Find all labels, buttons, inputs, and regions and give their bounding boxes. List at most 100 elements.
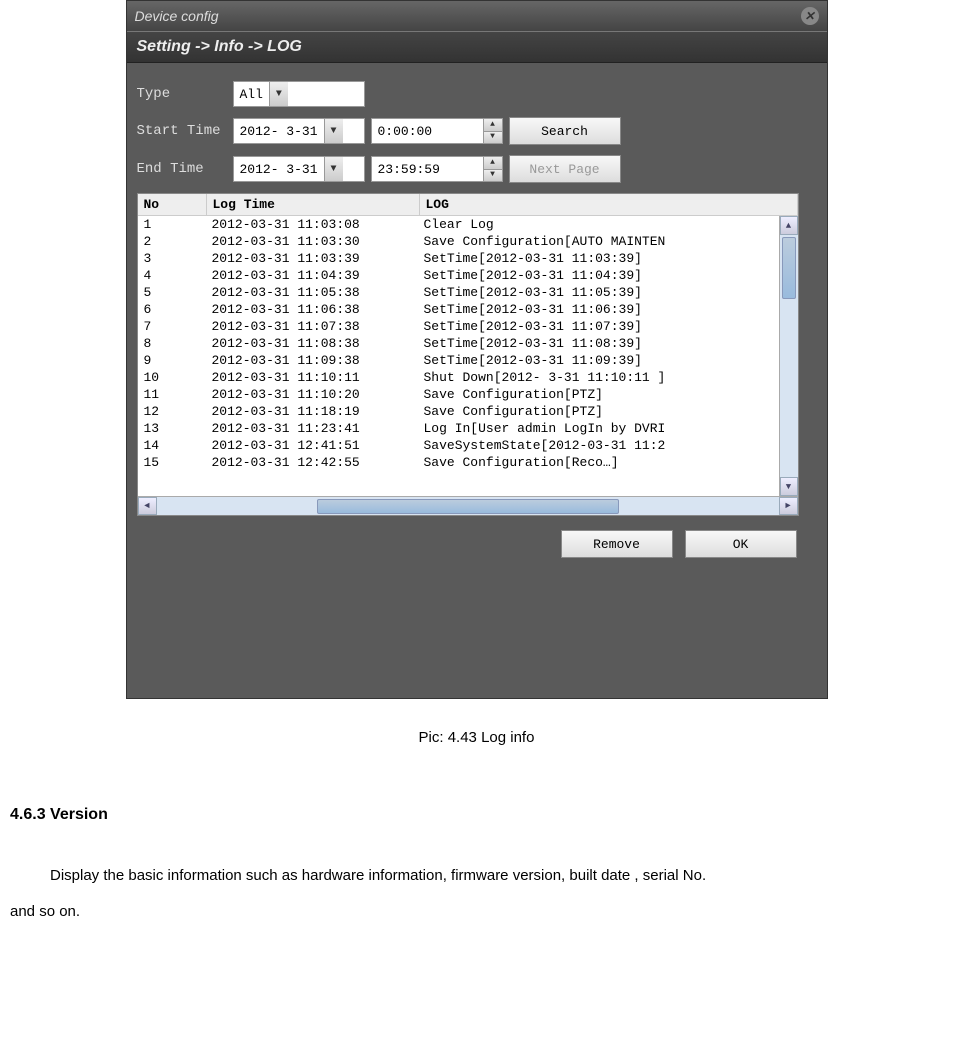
spin-up-icon[interactable]: ▲ [484, 119, 502, 132]
end-date-value: 2012- 3-31 [234, 162, 324, 177]
time-spinner[interactable]: ▲▼ [483, 157, 502, 181]
end-time-input[interactable]: 23:59:59 ▲▼ [371, 156, 503, 182]
col-log-header[interactable]: LOG [420, 194, 798, 215]
type-value: All [234, 87, 269, 102]
chevron-down-icon[interactable]: ▼ [324, 157, 343, 181]
cell-log: Save Configuration[PTZ] [418, 403, 779, 420]
cell-log: Save Configuration[PTZ] [418, 386, 779, 403]
cell-log: Log In[User admin LogIn by DVRI [418, 420, 779, 437]
cell-time: 2012-03-31 11:18:19 [206, 403, 418, 420]
start-time-label: Start Time [137, 123, 227, 139]
cell-log: Shut Down[2012- 3-31 11:10:11 ] [418, 369, 779, 386]
start-date-value: 2012- 3-31 [234, 124, 324, 139]
type-label: Type [137, 86, 227, 102]
scroll-track[interactable] [157, 497, 779, 515]
section-text: Display the basic information such as ha… [10, 858, 943, 894]
spin-up-icon[interactable]: ▲ [484, 157, 502, 170]
cell-no: 7 [138, 318, 206, 335]
cell-no: 9 [138, 352, 206, 369]
cell-log: SetTime[2012-03-31 11:05:39] [418, 284, 779, 301]
ok-button[interactable]: OK [685, 530, 797, 558]
scroll-left-icon[interactable]: ◄ [138, 497, 157, 515]
cell-no: 8 [138, 335, 206, 352]
cell-no: 11 [138, 386, 206, 403]
cell-log: SetTime[2012-03-31 11:09:39] [418, 352, 779, 369]
cell-time: 2012-03-31 11:23:41 [206, 420, 418, 437]
log-table: No Log Time LOG 12012-03-31 11:03:08Clea… [137, 193, 799, 516]
table-row[interactable]: 32012-03-31 11:03:39SetTime[2012-03-31 1… [138, 250, 779, 267]
cell-no: 13 [138, 420, 206, 437]
chevron-down-icon[interactable]: ▼ [324, 119, 343, 143]
scroll-thumb[interactable] [782, 237, 796, 299]
table-row[interactable]: 12012-03-31 11:03:08Clear Log [138, 216, 779, 233]
chevron-down-icon[interactable]: ▼ [269, 82, 288, 106]
table-body: 12012-03-31 11:03:08Clear Log22012-03-31… [138, 216, 779, 496]
cell-time: 2012-03-31 11:03:08 [206, 216, 418, 233]
cell-no: 5 [138, 284, 206, 301]
table-row[interactable]: 112012-03-31 11:10:20Save Configuration[… [138, 386, 779, 403]
scroll-down-icon[interactable]: ▼ [780, 477, 798, 496]
cell-log: SetTime[2012-03-31 11:06:39] [418, 301, 779, 318]
cell-no: 10 [138, 369, 206, 386]
next-page-button[interactable]: Next Page [509, 155, 621, 183]
section-body: Display the basic information such as ha… [10, 858, 943, 930]
cell-log: SetTime[2012-03-31 11:03:39] [418, 250, 779, 267]
remove-button[interactable]: Remove [561, 530, 673, 558]
table-row[interactable]: 82012-03-31 11:08:38SetTime[2012-03-31 1… [138, 335, 779, 352]
table-row[interactable]: 62012-03-31 11:06:38SetTime[2012-03-31 1… [138, 301, 779, 318]
dialog-footer: Remove OK [137, 516, 817, 558]
cell-time: 2012-03-31 11:07:38 [206, 318, 418, 335]
cell-no: 6 [138, 301, 206, 318]
cell-no: 3 [138, 250, 206, 267]
spin-down-icon[interactable]: ▼ [484, 170, 502, 182]
type-select[interactable]: All ▼ [233, 81, 365, 107]
col-no-header[interactable]: No [138, 194, 207, 215]
cell-log: Clear Log [418, 216, 779, 233]
cell-no: 4 [138, 267, 206, 284]
figure-caption: Pic: 4.43 Log info [0, 729, 953, 746]
start-date-select[interactable]: 2012- 3-31 ▼ [233, 118, 365, 144]
cell-time: 2012-03-31 11:10:11 [206, 369, 418, 386]
cell-no: 15 [138, 454, 206, 471]
section-text: and so on. [10, 894, 943, 930]
scroll-thumb[interactable] [317, 499, 619, 514]
horizontal-scrollbar[interactable]: ◄ ► [138, 496, 798, 515]
cell-log: SaveSystemState[2012-03-31 11:2 [418, 437, 779, 454]
table-row[interactable]: 42012-03-31 11:04:39SetTime[2012-03-31 1… [138, 267, 779, 284]
cell-log: SetTime[2012-03-31 11:08:39] [418, 335, 779, 352]
table-row[interactable]: 142012-03-31 12:41:51SaveSystemState[201… [138, 437, 779, 454]
table-row[interactable]: 92012-03-31 11:09:38SetTime[2012-03-31 1… [138, 352, 779, 369]
search-button[interactable]: Search [509, 117, 621, 145]
vertical-scrollbar[interactable]: ▲ ▼ [779, 216, 798, 496]
close-icon[interactable]: ✕ [801, 7, 819, 25]
cell-time: 2012-03-31 11:03:30 [206, 233, 418, 250]
end-date-select[interactable]: 2012- 3-31 ▼ [233, 156, 365, 182]
col-time-header[interactable]: Log Time [207, 194, 420, 215]
table-row[interactable]: 102012-03-31 11:10:11Shut Down[2012- 3-3… [138, 369, 779, 386]
cell-no: 14 [138, 437, 206, 454]
scroll-up-icon[interactable]: ▲ [780, 216, 798, 235]
cell-no: 2 [138, 233, 206, 250]
cell-no: 1 [138, 216, 206, 233]
cell-time: 2012-03-31 11:04:39 [206, 267, 418, 284]
breadcrumb: Setting -> Info -> LOG [127, 31, 827, 63]
cell-time: 2012-03-31 11:10:20 [206, 386, 418, 403]
table-row[interactable]: 132012-03-31 11:23:41Log In[User admin L… [138, 420, 779, 437]
spin-down-icon[interactable]: ▼ [484, 132, 502, 144]
end-time-value: 23:59:59 [372, 162, 446, 177]
table-row[interactable]: 52012-03-31 11:05:38SetTime[2012-03-31 1… [138, 284, 779, 301]
table-row[interactable]: 72012-03-31 11:07:38SetTime[2012-03-31 1… [138, 318, 779, 335]
table-row[interactable]: 122012-03-31 11:18:19Save Configuration[… [138, 403, 779, 420]
scroll-track[interactable] [780, 301, 798, 477]
start-time-input[interactable]: 0:00:00 ▲▼ [371, 118, 503, 144]
cell-time: 2012-03-31 11:03:39 [206, 250, 418, 267]
cell-time: 2012-03-31 11:06:38 [206, 301, 418, 318]
cell-time: 2012-03-31 12:41:51 [206, 437, 418, 454]
cell-time: 2012-03-31 11:08:38 [206, 335, 418, 352]
table-row[interactable]: 22012-03-31 11:03:30Save Configuration[A… [138, 233, 779, 250]
device-config-window: Device config ✕ Setting -> Info -> LOG T… [126, 0, 828, 699]
scroll-right-icon[interactable]: ► [779, 497, 798, 515]
window-title: Device config [135, 8, 219, 24]
time-spinner[interactable]: ▲▼ [483, 119, 502, 143]
table-row[interactable]: 152012-03-31 12:42:55Save Configuration[… [138, 454, 779, 471]
